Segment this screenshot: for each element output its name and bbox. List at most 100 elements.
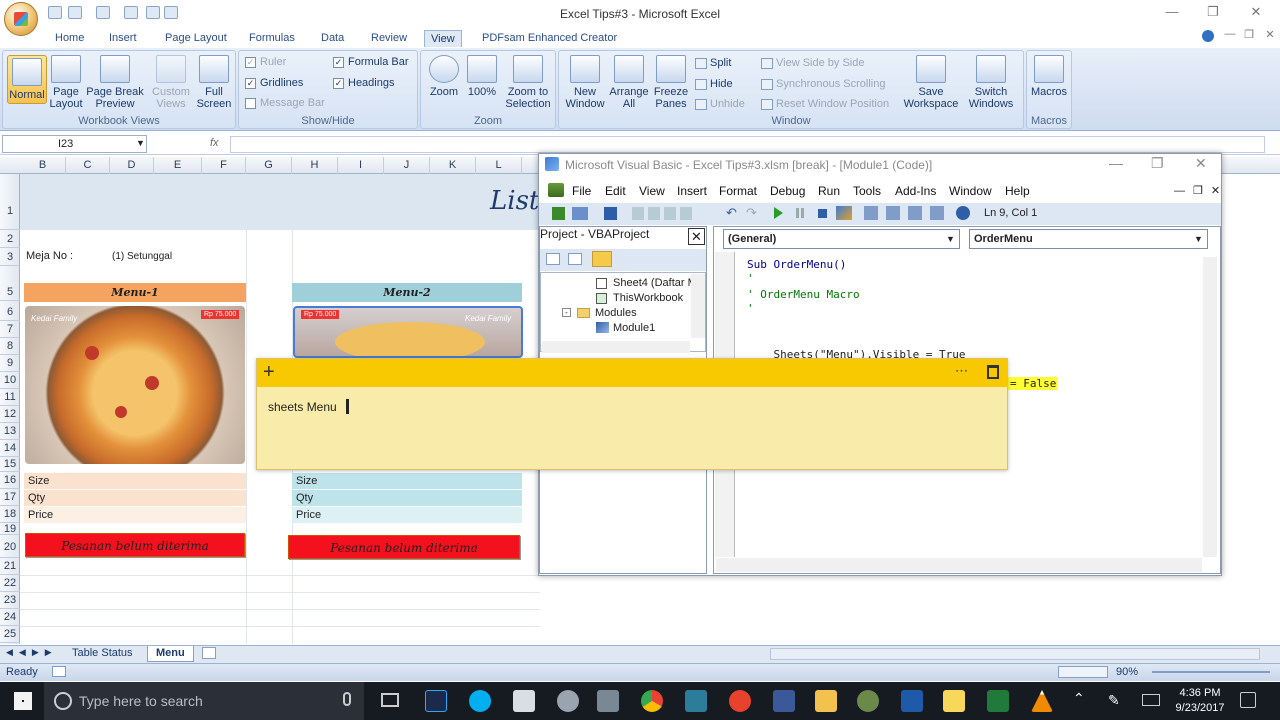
row-header[interactable]: 12 [0, 406, 20, 423]
vba-save-icon[interactable] [604, 207, 617, 220]
collapse-icon[interactable]: - [562, 308, 571, 317]
sticky-note-text[interactable]: sheets Menu [268, 400, 337, 414]
chrome-icon[interactable] [641, 690, 663, 712]
vba-menu-debug[interactable]: Debug [770, 184, 805, 198]
cortana-icon[interactable] [54, 692, 72, 710]
col-header-g[interactable]: G [246, 157, 292, 174]
sticky-notes-icon[interactable] [943, 690, 965, 712]
arrange-all-button[interactable]: Arrange All [609, 55, 649, 110]
explorer-icons[interactable] [864, 206, 944, 220]
code-line[interactable]: ' [747, 302, 754, 315]
run-icon[interactable] [774, 207, 783, 219]
vba-menu-run[interactable]: Run [818, 184, 840, 198]
sheet-nav-icon[interactable]: ◀◀▶▶ [6, 647, 58, 658]
formula-input[interactable] [230, 136, 1265, 153]
zoom-level[interactable]: 90% [1116, 666, 1138, 678]
row-header[interactable]: 6 [0, 304, 20, 321]
tree-item-thisworkbook[interactable]: ThisWorkbook [613, 292, 683, 304]
row-header[interactable]: 25 [0, 626, 20, 643]
page-break-preview-button[interactable]: Page Break Preview [86, 55, 144, 110]
new-window-button[interactable]: New Window [561, 55, 609, 110]
row-header[interactable]: 1 [0, 174, 20, 230]
facebook-icon[interactable] [773, 690, 795, 712]
unhide-button[interactable]: Unhide [695, 98, 745, 110]
tab-home[interactable]: Home [49, 30, 90, 47]
switch-windows-button[interactable]: Switch Windows [961, 55, 1021, 110]
function-icon[interactable]: fx [210, 137, 219, 149]
row-header[interactable]: 14 [0, 440, 20, 457]
order-status-button-2[interactable]: Pesanan belum diterima [288, 535, 520, 559]
row-header[interactable]: 22 [0, 575, 20, 592]
gridlines-checkbox[interactable]: ✓ Gridlines [245, 77, 303, 89]
design-mode-icon[interactable] [836, 206, 852, 220]
col-header-i[interactable]: I [338, 157, 384, 174]
taskbar-search-box[interactable]: Type here to search [44, 682, 364, 720]
row-header[interactable]: 15 [0, 457, 20, 472]
more-options-icon[interactable]: ⋯ [955, 363, 968, 379]
macros-button[interactable]: Macros [1030, 55, 1068, 98]
reset-window-position-button[interactable]: Reset Window Position [761, 98, 889, 110]
code-line[interactable]: Sub OrderMenu() [747, 258, 846, 271]
pen-icon[interactable]: ✎ [1108, 692, 1120, 709]
procedure-combo-dropdown-icon[interactable]: ▼ [1194, 234, 1203, 244]
tree-item-sheet4[interactable]: Sheet4 (Daftar M [613, 277, 697, 289]
tab-review[interactable]: Review [365, 30, 413, 47]
page-layout-view-button[interactable]: Page Layout [49, 55, 83, 110]
excel-icon[interactable] [987, 690, 1009, 712]
row-header[interactable]: 3 [0, 248, 20, 266]
project-horizontal-scrollbar[interactable] [542, 341, 690, 353]
macro-record-icon[interactable] [52, 666, 66, 677]
full-screen-button[interactable]: Full Screen [195, 55, 233, 110]
save-workspace-button[interactable]: Save Workspace [903, 55, 959, 110]
code-horizontal-scrollbar[interactable] [716, 558, 1202, 572]
tab-pdfsam[interactable]: PDFsam Enhanced Creator [476, 30, 623, 47]
col-header-h[interactable]: H [292, 157, 338, 174]
view-code-icon[interactable] [546, 253, 560, 265]
tree-item-modules[interactable]: Modules [595, 307, 637, 319]
vba-child-window-controls[interactable]: —❐✕ [1174, 184, 1228, 197]
col-header-e[interactable]: E [154, 157, 202, 174]
col-header-b[interactable]: B [20, 157, 66, 174]
filezilla-icon[interactable] [729, 690, 751, 712]
vba-minimize-button[interactable]: — [1109, 155, 1123, 171]
col-header-d[interactable]: D [110, 157, 154, 174]
row-header[interactable]: 10 [0, 372, 20, 389]
meja-value[interactable]: (1) Setunggal [112, 251, 172, 262]
col-header-j[interactable]: J [384, 157, 430, 174]
name-box[interactable]: I23 [2, 135, 147, 153]
object-combo-dropdown-icon[interactable]: ▼ [946, 234, 955, 244]
row-header[interactable]: 9 [0, 355, 20, 372]
insert-sheet-icon[interactable] [202, 647, 216, 659]
procedure-combo[interactable]: OrderMenu [969, 229, 1208, 249]
zoom-100-button[interactable]: 100% [465, 55, 499, 98]
vba-restore-button[interactable]: ❐ [1151, 155, 1164, 172]
tab-view[interactable]: View [424, 30, 462, 47]
app-icon[interactable] [557, 690, 579, 712]
zoom-to-selection-button[interactable]: Zoom to Selection [503, 55, 553, 110]
undo-icon[interactable]: ↶ [726, 205, 737, 221]
split-button[interactable]: Split [695, 57, 731, 69]
row-header[interactable]: 8 [0, 338, 20, 355]
pizza-image-1[interactable]: Kedai Family Rp 75.000 [25, 306, 245, 464]
close-button[interactable]: ✕ [1244, 4, 1268, 22]
show-hidden-icons[interactable]: ⌃ [1073, 690, 1085, 707]
file-explorer-icon[interactable] [815, 690, 837, 712]
vba-menu-help[interactable]: Help [1005, 184, 1030, 198]
order-status-button-1[interactable]: Pesanan belum diterima [25, 533, 245, 557]
sheet-tab-menu[interactable]: Menu [147, 646, 194, 662]
task-view-icon[interactable] [381, 693, 399, 707]
code-vertical-scrollbar[interactable] [1203, 257, 1217, 557]
app-icon-3[interactable] [857, 690, 879, 712]
row-header[interactable]: 5 [0, 283, 20, 301]
zoom-slider[interactable] [1152, 671, 1270, 673]
code-line[interactable]: ' [747, 272, 754, 285]
vba-menu-insert[interactable]: Insert [677, 184, 707, 198]
tab-data[interactable]: Data [315, 30, 350, 47]
tree-item-module1[interactable]: Module1 [613, 322, 655, 334]
redo-icon[interactable]: ↷ [746, 205, 757, 221]
formula-bar-checkbox[interactable]: ✓ Formula Bar [333, 56, 409, 68]
microphone-icon[interactable] [343, 692, 351, 706]
col-header-l[interactable]: L [476, 157, 522, 174]
row-header[interactable]: 16 [0, 472, 20, 489]
project-close-button[interactable]: ✕ [688, 228, 705, 245]
